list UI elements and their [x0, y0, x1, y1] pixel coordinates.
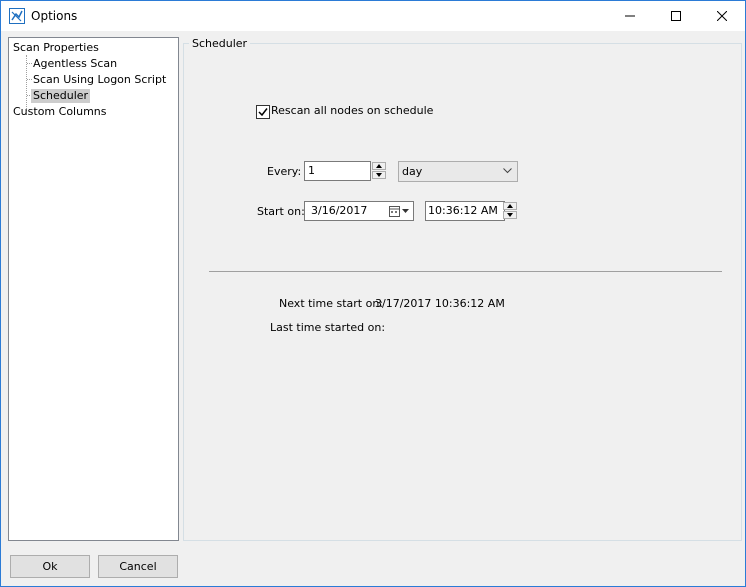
- rescan-checkbox[interactable]: [256, 105, 270, 119]
- calendar-icon[interactable]: [389, 206, 409, 217]
- minimize-button[interactable]: [607, 1, 653, 31]
- every-label: Every:: [267, 165, 302, 178]
- tree-item-agentless-scan[interactable]: Agentless Scan: [33, 57, 117, 71]
- spin-up-button[interactable]: [372, 162, 386, 170]
- ok-button[interactable]: Ok: [10, 555, 90, 578]
- chevron-down-icon: [503, 168, 512, 174]
- minimize-icon: [625, 15, 635, 17]
- window-title: Options: [31, 9, 78, 23]
- maximize-button[interactable]: [653, 1, 699, 31]
- arrow-up-icon: [507, 204, 513, 208]
- period-select[interactable]: day: [398, 161, 518, 182]
- spin-up-button[interactable]: [503, 202, 517, 210]
- maximize-icon: [671, 11, 681, 21]
- next-start-label: Next time start on:: [279, 297, 383, 310]
- title-bar: Options: [1, 1, 745, 31]
- close-button[interactable]: [699, 1, 745, 31]
- period-value: day: [402, 165, 423, 178]
- checkmark-icon: [258, 108, 268, 117]
- tree-item-scan-properties[interactable]: Scan Properties: [13, 41, 99, 55]
- start-on-label: Start on:: [257, 205, 305, 218]
- arrow-down-icon: [507, 213, 513, 217]
- options-window: Options Scan Properties Agentless Scan S…: [0, 0, 746, 587]
- tree-item-scan-using-logon-script[interactable]: Scan Using Logon Script: [33, 73, 166, 87]
- arrow-down-icon: [376, 173, 382, 177]
- tree-item-scheduler[interactable]: Scheduler: [31, 89, 91, 103]
- close-icon: [717, 11, 727, 21]
- tree-item-custom-columns[interactable]: Custom Columns: [13, 105, 107, 119]
- spin-down-button[interactable]: [503, 211, 517, 219]
- tree-connector: [27, 79, 32, 80]
- start-date-value: 3/16/2017: [311, 204, 368, 217]
- start-time-input[interactable]: 10:36:12 AM: [425, 201, 505, 221]
- cancel-button[interactable]: Cancel: [98, 555, 178, 578]
- options-tree[interactable]: Scan Properties Agentless Scan Scan Usin…: [8, 37, 179, 541]
- spin-down-button[interactable]: [372, 171, 386, 179]
- app-icon: [9, 8, 25, 24]
- tree-connector: [27, 63, 32, 64]
- every-spinner[interactable]: [372, 162, 386, 180]
- rescan-label[interactable]: Rescan all nodes on schedule: [271, 104, 433, 117]
- start-date-input[interactable]: 3/16/2017: [304, 201, 414, 221]
- arrow-up-icon: [376, 164, 382, 168]
- scheduler-group-label: Scheduler: [189, 37, 251, 50]
- separator: [209, 271, 722, 272]
- last-started-label: Last time started on:: [270, 321, 386, 334]
- next-start-value: 3/17/2017 10:36:12 AM: [375, 297, 505, 310]
- time-spinner[interactable]: [503, 202, 517, 220]
- every-input[interactable]: 1: [304, 161, 371, 181]
